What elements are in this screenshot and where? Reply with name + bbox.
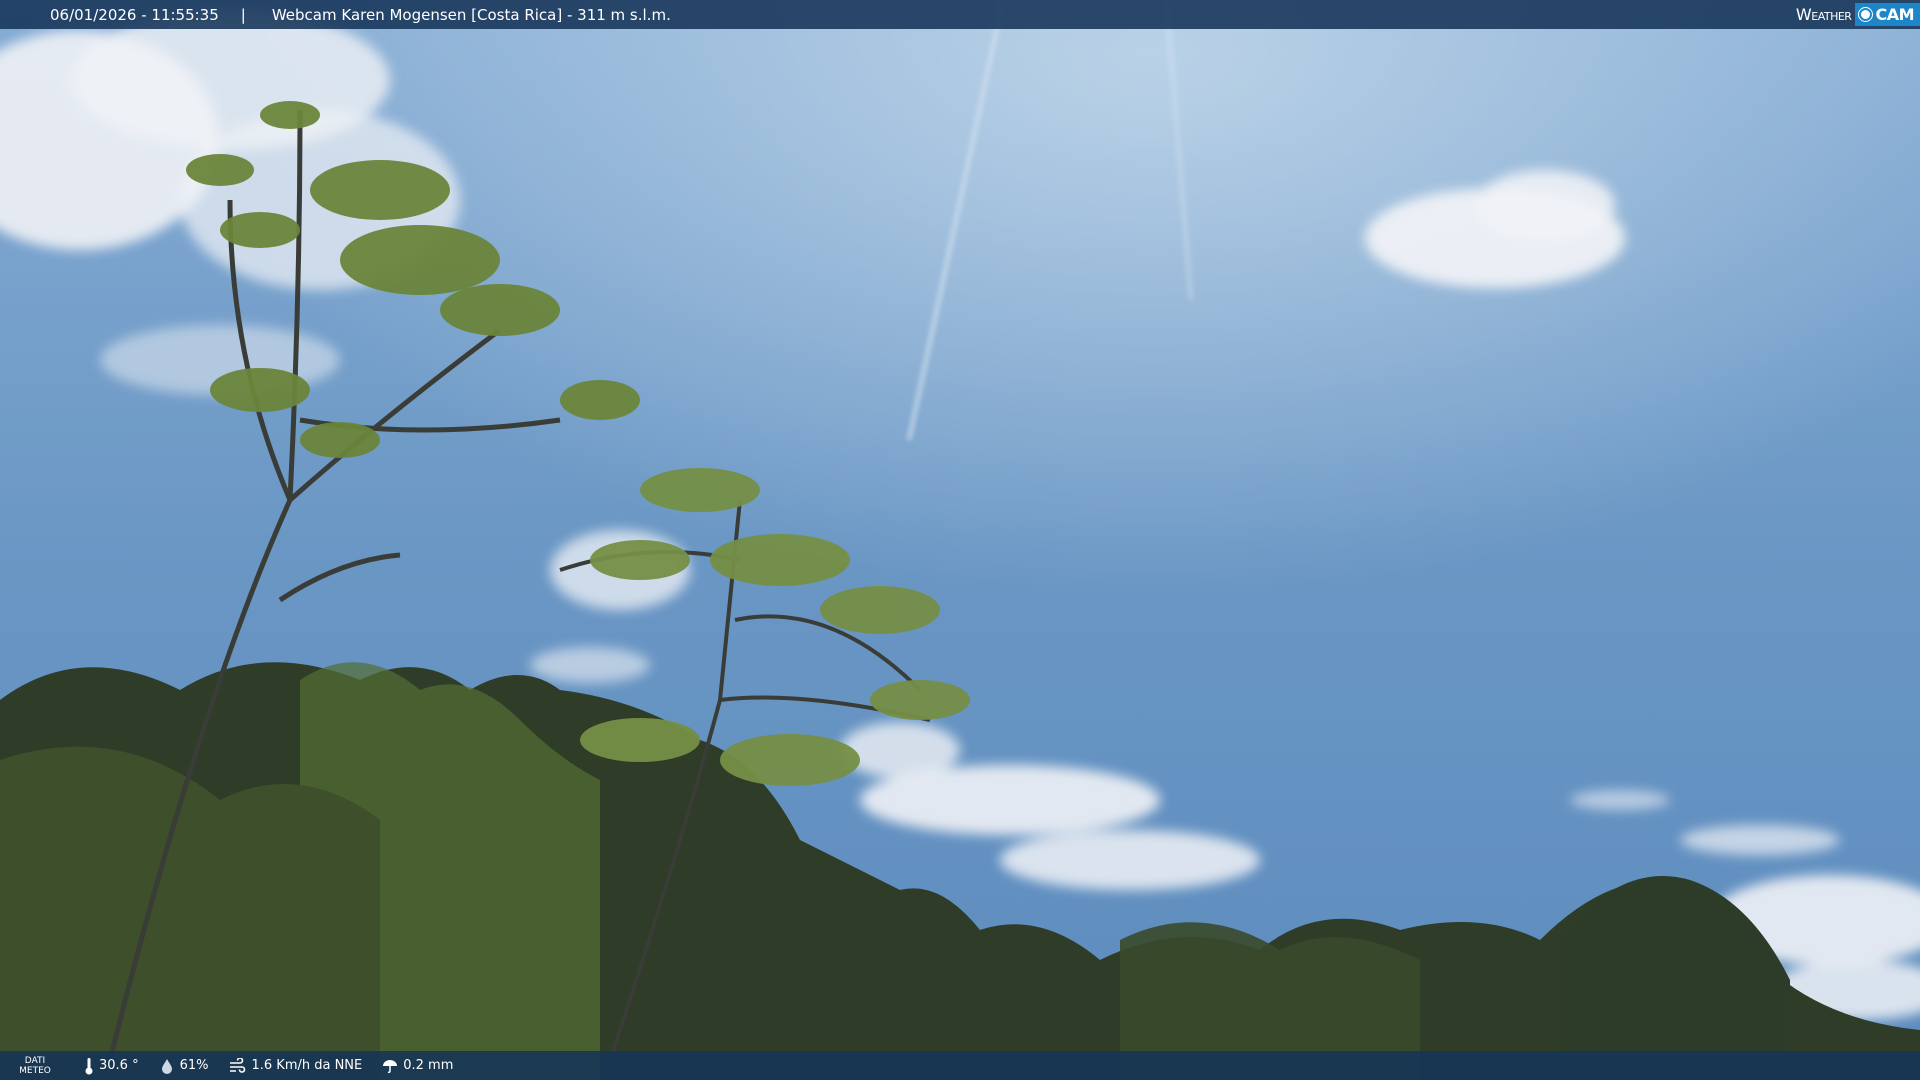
weather-data-label-line1: DATI [24, 1055, 46, 1066]
humidity-drop-icon [161, 1058, 172, 1074]
logo-dot-icon [1859, 8, 1873, 21]
weather-data-label-line2: METEO [19, 1065, 51, 1076]
rain-reading: 0.2 mm [382, 1058, 453, 1074]
humidity-reading: 61% [159, 1058, 209, 1074]
temperature-value: 30.6 ° [99, 1058, 139, 1073]
weathercam-logo[interactable]: Weather CAM [1796, 2, 1920, 27]
webcam-image [0, 0, 1920, 1080]
timestamp: 06/01/2026 - 11:55:35 [50, 5, 219, 24]
logo-weather-text: Weather [1795, 5, 1852, 24]
webcam-title: Webcam Karen Mogensen [Costa Rica] - 311… [271, 5, 671, 24]
humidity-value: 61% [179, 1058, 209, 1073]
wind-icon [230, 1057, 246, 1073]
logo-cam-badge: CAM [1855, 3, 1920, 26]
thermometer-icon [85, 1057, 93, 1074]
weather-data-label: DATI METEO [6, 1056, 64, 1076]
header-bar: 06/01/2026 - 11:55:35 | Webcam Karen Mog… [0, 0, 1920, 29]
temperature-reading: 30.6 ° [84, 1057, 139, 1075]
rain-gauge-icon [383, 1059, 398, 1073]
header-separator: | [240, 5, 246, 24]
weather-data-bar: DATI METEO 30.6 ° 61% 1.6 Km/h da NNE 0.… [0, 1051, 1920, 1080]
rain-value: 0.2 mm [403, 1058, 454, 1073]
wind-reading: 1.6 Km/h da NNE [228, 1057, 363, 1074]
logo-cam-text: CAM [1875, 5, 1914, 24]
wind-value: 1.6 Km/h da NNE [251, 1058, 363, 1073]
